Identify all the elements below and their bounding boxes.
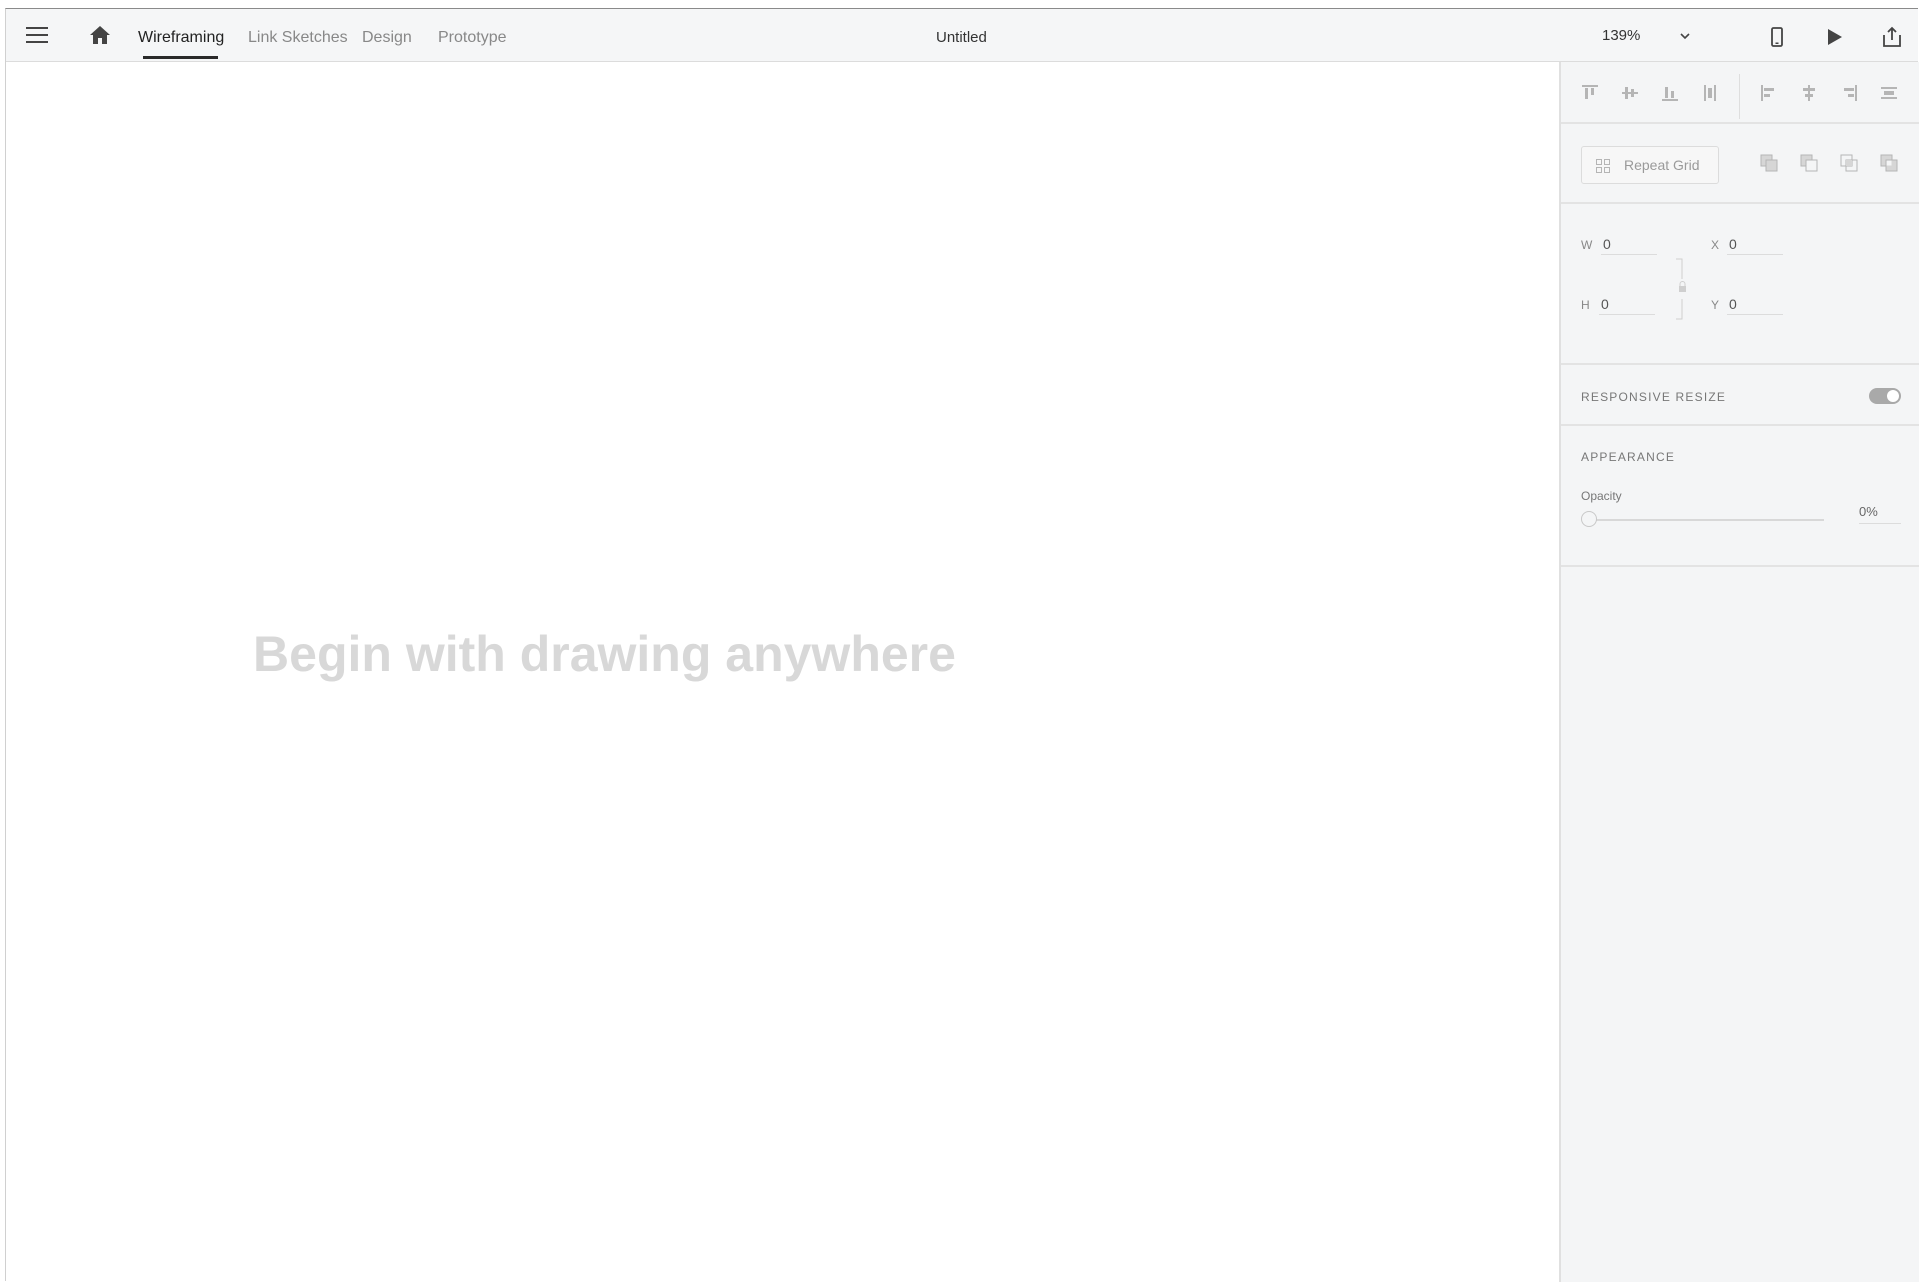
responsive-resize-section: RESPONSIVE RESIZE [1561, 365, 1919, 426]
share-icon[interactable] [1880, 25, 1904, 49]
align-bottom-icon[interactable] [1661, 84, 1679, 102]
x-input[interactable] [1727, 233, 1783, 255]
distribute-horizontal-icon[interactable] [1880, 84, 1898, 102]
subtract-icon[interactable] [1800, 154, 1818, 172]
repeat-grid-section: Repeat Grid [1561, 124, 1919, 204]
opacity-slider-handle[interactable] [1581, 511, 1597, 527]
align-center-icon[interactable] [1800, 84, 1818, 102]
app-window: Wireframing Link Sketches Design Prototy… [5, 8, 1919, 1282]
align-middle-icon[interactable] [1621, 84, 1639, 102]
align-left-icon[interactable] [1760, 84, 1778, 102]
lock-aspect-icon[interactable] [1674, 257, 1688, 321]
appearance-section: APPEARANCE Opacity [1561, 426, 1919, 567]
width-input[interactable] [1601, 233, 1657, 255]
tab-design[interactable]: Design [362, 29, 412, 47]
menu-icon[interactable] [26, 27, 48, 45]
exclude-icon[interactable] [1880, 154, 1898, 172]
repeat-grid-button[interactable]: Repeat Grid [1581, 146, 1719, 184]
opacity-slider[interactable] [1591, 519, 1824, 521]
properties-panel: Repeat Grid W H X Y [1559, 62, 1919, 1282]
responsive-resize-toggle[interactable] [1869, 388, 1901, 404]
grid-icon [1596, 159, 1610, 173]
zoom-level[interactable]: 139% [1602, 27, 1640, 44]
active-tab-indicator [143, 56, 218, 59]
document-title[interactable]: Untitled [936, 29, 987, 46]
width-label: W [1581, 238, 1593, 252]
dimensions-section: W H X Y [1561, 204, 1919, 365]
tab-prototype[interactable]: Prototype [438, 29, 506, 47]
device-preview-icon[interactable] [1765, 25, 1789, 49]
align-top-icon[interactable] [1581, 84, 1599, 102]
align-right-icon[interactable] [1840, 84, 1858, 102]
appearance-title: APPEARANCE [1581, 450, 1676, 464]
opacity-input[interactable] [1859, 500, 1901, 524]
play-icon[interactable] [1822, 25, 1846, 49]
toolbar-divider [1739, 74, 1740, 119]
responsive-resize-title: RESPONSIVE RESIZE [1581, 390, 1727, 404]
repeat-grid-label: Repeat Grid [1624, 157, 1700, 173]
top-bar: Wireframing Link Sketches Design Prototy… [6, 9, 1918, 62]
y-input[interactable] [1727, 293, 1783, 315]
opacity-label: Opacity [1581, 489, 1622, 503]
distribute-vertical-icon[interactable] [1701, 84, 1719, 102]
drawing-canvas[interactable]: Begin with drawing anywhere [6, 62, 1559, 1282]
tab-wireframing[interactable]: Wireframing [138, 29, 224, 47]
intersect-icon[interactable] [1840, 154, 1858, 172]
alignment-toolbar [1561, 62, 1919, 124]
add-icon[interactable] [1760, 154, 1778, 172]
tab-link-sketches[interactable]: Link Sketches [248, 29, 348, 47]
y-label: Y [1711, 298, 1720, 312]
canvas-hint: Begin with drawing anywhere [253, 626, 956, 682]
height-input[interactable] [1599, 293, 1655, 315]
height-label: H [1581, 298, 1590, 312]
home-icon[interactable] [88, 24, 112, 46]
chevron-down-icon[interactable] [1678, 29, 1692, 43]
x-label: X [1711, 238, 1720, 252]
